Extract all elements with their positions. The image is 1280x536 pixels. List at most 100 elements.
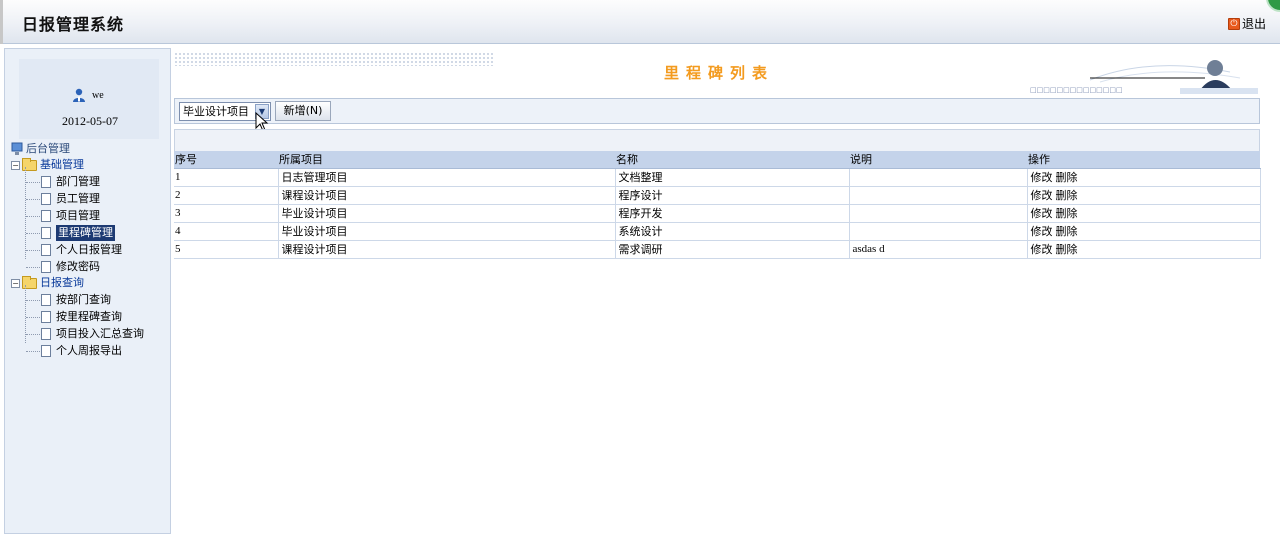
cell-desc: asdas d — [849, 240, 1028, 259]
edit-link[interactable]: 修改 — [1031, 189, 1053, 202]
page-icon — [41, 210, 51, 222]
sidebar-item-weekly-export[interactable]: 个人周报导出 — [41, 343, 122, 359]
cell-project: 课程设计项目 — [278, 186, 616, 205]
add-button[interactable]: 新增(N) — [275, 101, 331, 121]
cell-no: 1 — [174, 168, 279, 187]
logout-button[interactable]: ⏻ 退出 — [1227, 15, 1266, 32]
sidebar-item-label: 部门管理 — [56, 175, 100, 188]
cell-desc — [849, 204, 1028, 223]
cell-no: 4 — [174, 222, 279, 241]
tree-connector — [26, 250, 40, 251]
page-icon — [41, 345, 51, 357]
cell-no: 2 — [174, 186, 279, 205]
sidebar-item-label: 项目管理 — [56, 209, 100, 222]
table-row[interactable]: 2 课程设计项目 程序设计 修改 删除 — [174, 186, 1261, 205]
tree-group-label: 日报查询 — [40, 276, 84, 289]
sidebar-item-label: 项目投入汇总查询 — [56, 327, 144, 340]
page-icon — [41, 193, 51, 205]
column-header[interactable]: 操作 — [1027, 151, 1260, 169]
sidebar-item-daily-report[interactable]: 个人日报管理 — [41, 242, 122, 258]
table-row[interactable]: 4 毕业设计项目 系统设计 修改 删除 — [174, 222, 1261, 241]
sidebar-item-label: 修改密码 — [56, 260, 100, 273]
column-header[interactable]: 序号 — [174, 151, 278, 169]
collapse-icon[interactable]: − — [11, 278, 20, 288]
delete-link[interactable]: 删除 — [1056, 207, 1078, 220]
cell-project: 毕业设计项目 — [278, 204, 616, 223]
table-toolbar-strip — [174, 129, 1260, 151]
sidebar-item-project[interactable]: 项目管理 — [41, 208, 100, 224]
tree-connector — [26, 317, 40, 318]
tree-connector — [26, 233, 40, 234]
computer-icon — [11, 142, 23, 155]
delete-link[interactable]: 删除 — [1056, 243, 1078, 256]
cell-project: 毕业设计项目 — [278, 222, 616, 241]
main-content: 里程碑列表 □□□□□□□□□□□□□□ 毕业设计项目 ▼ 新增(N) 序号 所… — [172, 48, 1266, 534]
cell-name: 系统设计 — [615, 222, 850, 241]
edit-link[interactable]: 修改 — [1031, 225, 1053, 238]
tree-connector — [26, 199, 40, 200]
tree-connector — [25, 167, 26, 259]
column-header[interactable]: 名称 — [615, 151, 849, 169]
cell-ops: 修改 删除 — [1027, 240, 1261, 259]
cell-ops: 修改 删除 — [1027, 186, 1261, 205]
edit-link[interactable]: 修改 — [1031, 171, 1053, 184]
project-select-value: 毕业设计项目 — [183, 105, 249, 118]
tree-connector — [26, 300, 40, 301]
tree-connector — [26, 216, 40, 217]
cell-ops: 修改 删除 — [1027, 168, 1261, 187]
table-row[interactable]: 1 日志管理项目 文档整理 修改 删除 — [174, 168, 1261, 187]
cell-no: 3 — [174, 204, 279, 223]
column-header[interactable]: 所属项目 — [278, 151, 615, 169]
sidebar-item-query-by-milestone[interactable]: 按里程碑查询 — [41, 309, 122, 325]
cell-name: 程序设计 — [615, 186, 850, 205]
login-date: 2012-05-07 — [62, 114, 118, 128]
cell-name: 程序开发 — [615, 204, 850, 223]
corner-decoration — [1266, 0, 1280, 12]
delete-link[interactable]: 删除 — [1056, 189, 1078, 202]
table-header-row: 序号 所属项目 名称 说明 操作 — [174, 151, 1260, 169]
tree-group-basic[interactable]: − 基础管理 — [11, 157, 84, 173]
tree-group-query[interactable]: − 日报查询 — [11, 275, 84, 291]
tree-root-label: 后台管理 — [26, 142, 70, 155]
collapse-icon[interactable]: − — [11, 160, 20, 170]
tree-connector — [26, 182, 40, 183]
cell-name: 文档整理 — [615, 168, 850, 187]
tree-connector — [26, 351, 40, 352]
cell-desc — [849, 222, 1028, 241]
page-icon — [41, 244, 51, 256]
tree-group-label: 基础管理 — [40, 158, 84, 171]
delete-link[interactable]: 删除 — [1056, 171, 1078, 184]
cell-no: 5 — [174, 240, 279, 259]
edit-link[interactable]: 修改 — [1031, 207, 1053, 220]
sidebar-item-label: 个人周报导出 — [56, 344, 122, 357]
sidebar-item-change-password[interactable]: 修改密码 — [41, 259, 100, 275]
sidebar-item-query-by-department[interactable]: 按部门查询 — [41, 292, 111, 308]
tree-root[interactable]: 后台管理 — [11, 141, 70, 157]
milestone-table: 序号 所属项目 名称 说明 操作 1 日志管理项目 文档整理 修改 删除 2 课… — [174, 129, 1261, 259]
sidebar-item-label: 按部门查询 — [56, 293, 111, 306]
page-icon — [41, 294, 51, 306]
toolbar: 毕业设计项目 ▼ 新增(N) — [174, 98, 1260, 132]
logout-label: 退出 — [1241, 17, 1266, 31]
page-icon — [41, 176, 51, 188]
page-icon — [41, 261, 51, 273]
sidebar-item-milestone[interactable]: 里程碑管理 — [41, 225, 115, 241]
banner-decoration: □□□□□□□□□□□□□□ — [1030, 52, 1260, 96]
page-icon — [41, 227, 51, 239]
delete-link[interactable]: 删除 — [1056, 225, 1078, 238]
app-header: 日报管理系统 ⏻ 退出 — [0, 0, 1280, 44]
column-header[interactable]: 说明 — [849, 151, 1027, 169]
table-row[interactable]: 5 课程设计项目 需求调研 asdas d 修改 删除 — [174, 240, 1261, 259]
user-name: we — [92, 90, 104, 101]
sidebar-item-department[interactable]: 部门管理 — [41, 174, 100, 190]
cell-project: 课程设计项目 — [278, 240, 616, 259]
edit-link[interactable]: 修改 — [1031, 243, 1053, 256]
cell-desc — [849, 186, 1028, 205]
tree-connector — [26, 267, 40, 268]
page-icon — [41, 311, 51, 323]
sidebar-item-project-summary[interactable]: 项目投入汇总查询 — [41, 326, 144, 342]
sidebar-item-employee[interactable]: 员工管理 — [41, 191, 100, 207]
app-title: 日报管理系统 — [22, 15, 125, 34]
page-icon — [41, 328, 51, 340]
table-row[interactable]: 3 毕业设计项目 程序开发 修改 删除 — [174, 204, 1261, 223]
